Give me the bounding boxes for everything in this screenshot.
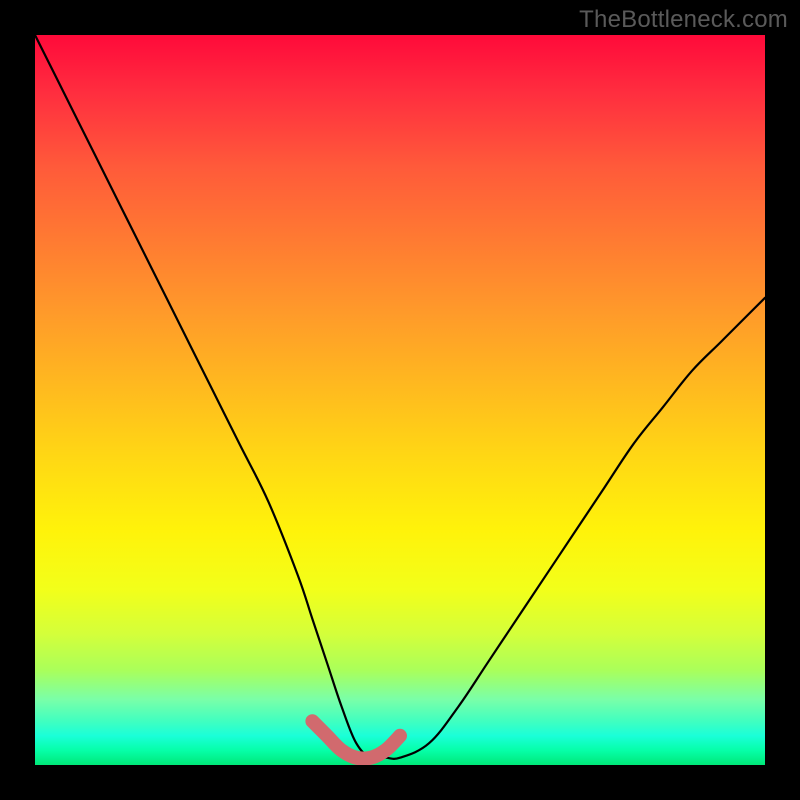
curve-layer — [35, 35, 765, 765]
bottleneck-curve-path — [35, 35, 765, 759]
chart-frame: TheBottleneck.com — [0, 0, 800, 800]
plot-area — [35, 35, 765, 765]
minimum-highlight-path — [312, 721, 400, 758]
watermark-label: TheBottleneck.com — [579, 6, 788, 34]
